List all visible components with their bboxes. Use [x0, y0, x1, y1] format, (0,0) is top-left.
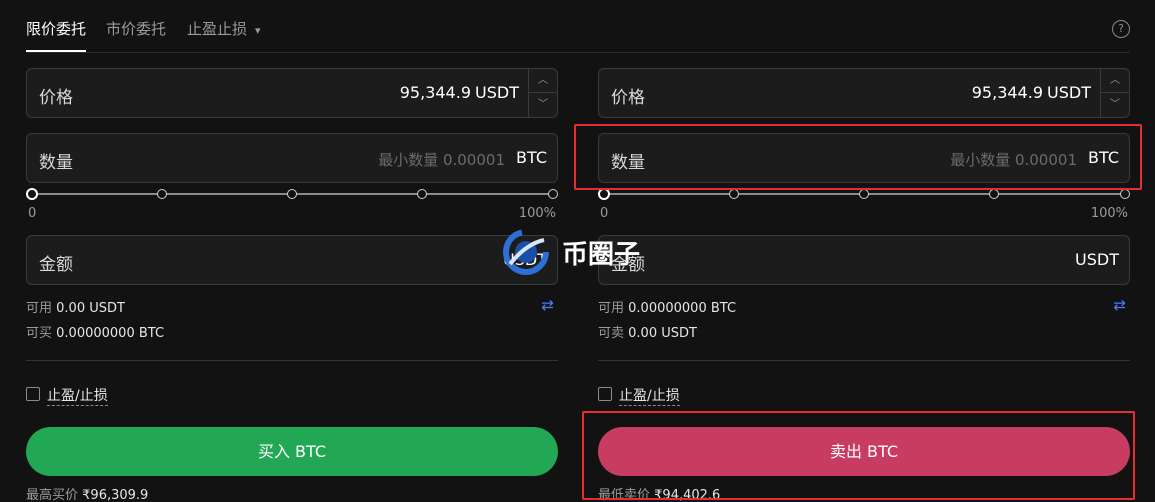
highest-buy-price: 最高买价 ₹96,309.9	[26, 484, 148, 502]
slider-step-100[interactable]	[1120, 189, 1130, 199]
sell-quantity-label: 数量	[611, 153, 645, 173]
watermark-logo-icon	[503, 229, 549, 275]
sell-price-unit: USDT	[1047, 83, 1091, 102]
sell-tpsl-checkbox[interactable]	[598, 387, 612, 401]
sell-amount-input[interactable]: 金额 USDT	[598, 235, 1130, 285]
sell-price-input[interactable]: 价格 95,344.9 USDT ︿ ﹀	[598, 68, 1130, 118]
slider-step-25[interactable]	[729, 189, 739, 199]
swap-icon[interactable]: ⇄	[1113, 296, 1126, 314]
buy-quantity-input[interactable]: 数量 最小数量 0.00001 BTC	[26, 133, 558, 183]
buy-btc-button[interactable]: 买入 BTC	[26, 427, 558, 476]
divider	[26, 360, 558, 361]
slider-min-label: 0	[600, 206, 609, 221]
buy-price-value: 95,344.9	[399, 83, 471, 102]
sell-amount-unit: USDT	[1075, 250, 1119, 269]
sell-max: 可卖 0.00 USDT	[598, 322, 697, 341]
lowest-sell-price: 最低卖价 ₹94,402.6	[598, 484, 720, 502]
slider-max-label: 100%	[518, 206, 556, 221]
buy-price-input[interactable]: 价格 95,344.9 USDT ︿ ﹀	[26, 68, 558, 118]
slider-min-label: 0	[28, 206, 37, 221]
max-buy-value: 0.00000000 BTC	[56, 326, 165, 341]
buy-panel: 价格 95,344.9 USDT ︿ ﹀ 数量 最小数量 0.00001 BTC…	[26, 0, 558, 502]
watermark-text: 币圈子	[562, 240, 641, 270]
slider-max-label: 100%	[1090, 206, 1128, 221]
buy-quantity-placeholder: 最小数量 0.00001	[378, 151, 505, 169]
sell-quantity-placeholder: 最小数量 0.00001	[950, 151, 1077, 169]
footer-value: ₹94,402.6	[654, 488, 721, 502]
buy-price-unit: USDT	[475, 83, 519, 102]
divider	[598, 360, 1130, 361]
footer-value: ₹96,309.9	[82, 488, 149, 502]
sell-available: 可用 0.00000000 BTC	[598, 297, 736, 316]
buy-tpsl-checkbox[interactable]	[26, 387, 40, 401]
slider-step-100[interactable]	[548, 189, 558, 199]
buy-price-stepper: ︿ ﹀	[528, 69, 557, 117]
buy-percent-slider[interactable]	[26, 187, 558, 201]
buy-max: 可买 0.00000000 BTC	[26, 322, 164, 341]
sell-panel: 价格 95,344.9 USDT ︿ ﹀ 数量 最小数量 0.00001 BTC…	[598, 0, 1130, 502]
slider-handle[interactable]	[598, 188, 610, 200]
available-label: 可用	[26, 301, 53, 316]
available-value: 0.00000000 BTC	[628, 301, 737, 316]
slider-step-50[interactable]	[859, 189, 869, 199]
buy-quantity-unit: BTC	[516, 148, 547, 167]
available-label: 可用	[598, 301, 625, 316]
buy-tpsl-label[interactable]: 止盈/止损	[47, 385, 108, 406]
chevron-up-icon[interactable]: ︿	[529, 69, 557, 93]
max-sell-value: 0.00 USDT	[628, 326, 697, 341]
slider-handle[interactable]	[26, 188, 38, 200]
chevron-up-icon[interactable]: ︿	[1101, 69, 1129, 93]
slider-step-75[interactable]	[989, 189, 999, 199]
buy-amount-input[interactable]: 金额 USDT	[26, 235, 558, 285]
buy-price-label: 价格	[39, 88, 73, 108]
sell-btc-button[interactable]: 卖出 BTC	[598, 427, 1130, 476]
chevron-down-icon[interactable]: ﹀	[1101, 93, 1129, 117]
swap-icon[interactable]: ⇄	[541, 296, 554, 314]
sell-quantity-unit: BTC	[1088, 148, 1119, 167]
buy-available: 可用 0.00 USDT	[26, 297, 125, 316]
slider-step-50[interactable]	[287, 189, 297, 199]
max-sell-label: 可卖	[598, 326, 625, 341]
sell-price-label: 价格	[611, 88, 645, 108]
sell-tpsl-label[interactable]: 止盈/止损	[619, 385, 680, 406]
buy-amount-label: 金额	[39, 255, 73, 275]
max-buy-label: 可买	[26, 326, 53, 341]
buy-quantity-label: 数量	[39, 153, 73, 173]
footer-label: 最低卖价	[598, 488, 651, 502]
sell-price-stepper: ︿ ﹀	[1100, 69, 1129, 117]
chevron-down-icon[interactable]: ﹀	[529, 93, 557, 117]
sell-quantity-input[interactable]: 数量 最小数量 0.00001 BTC	[598, 133, 1130, 183]
available-value: 0.00 USDT	[56, 301, 125, 316]
footer-label: 最高买价	[26, 488, 79, 502]
sell-price-value: 95,344.9	[971, 83, 1043, 102]
slider-step-25[interactable]	[157, 189, 167, 199]
slider-step-75[interactable]	[417, 189, 427, 199]
sell-percent-slider[interactable]	[598, 187, 1130, 201]
